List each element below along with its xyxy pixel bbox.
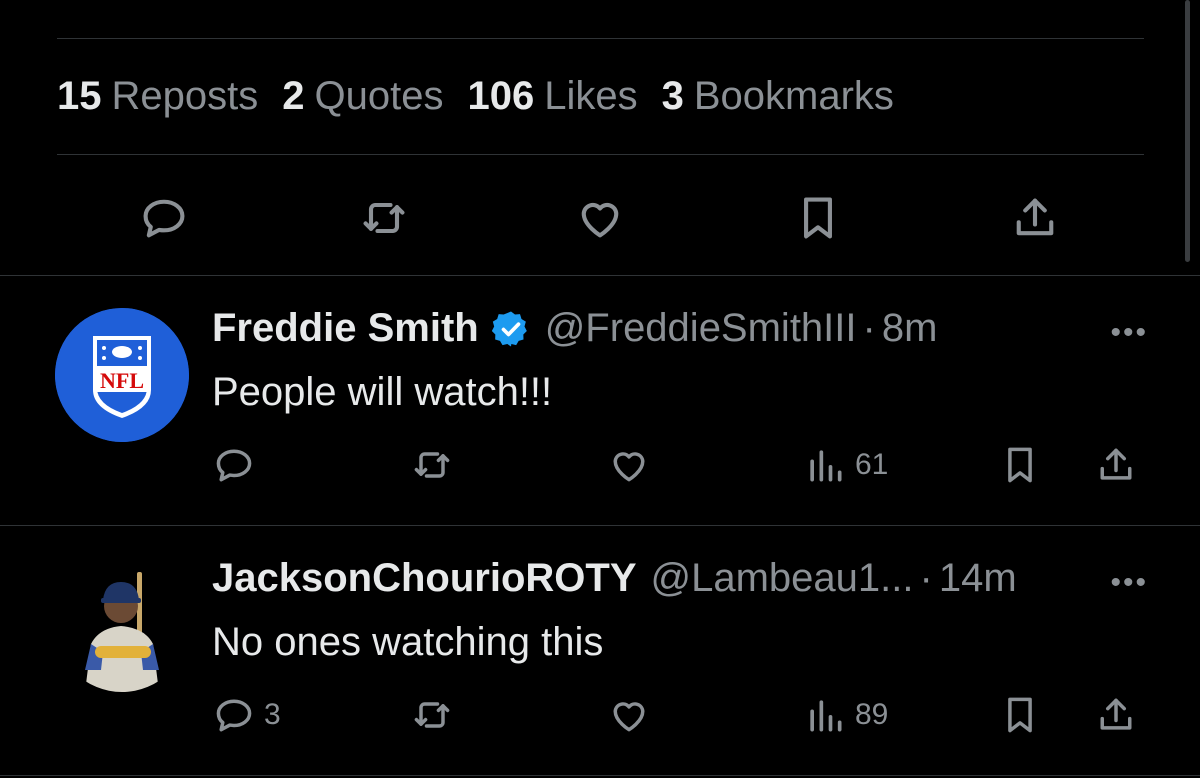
divider-top — [57, 38, 1144, 39]
bookmarks-stat[interactable]: 3 Bookmarks — [662, 74, 894, 119]
quotes-count: 2 — [282, 74, 305, 118]
reposts-label: Reposts — [111, 74, 259, 118]
bookmark-icon — [804, 197, 832, 239]
scrollbar[interactable] — [1185, 0, 1190, 262]
bookmark-button[interactable] — [790, 190, 846, 246]
reply-text: No ones watching this — [212, 620, 604, 664]
like-button[interactable] — [607, 440, 651, 490]
avatar[interactable] — [55, 558, 189, 692]
like-button[interactable] — [607, 690, 651, 740]
views-count: 61 — [855, 448, 889, 481]
svg-text:NFL: NFL — [100, 368, 144, 393]
timestamp[interactable]: 14m — [939, 556, 1017, 601]
more-options-icon[interactable]: ••• — [1110, 566, 1148, 600]
baseball-player-photo-icon — [55, 558, 189, 692]
bookmark-button[interactable] — [998, 690, 1042, 740]
reply-icon — [216, 449, 252, 482]
bookmark-button[interactable] — [998, 440, 1042, 490]
avatar[interactable]: NFL — [55, 308, 189, 442]
likes-label: Likes — [544, 74, 638, 118]
share-icon — [1016, 198, 1054, 236]
like-icon — [613, 452, 645, 482]
share-icon — [1100, 448, 1132, 480]
likes-stat[interactable]: 106 Likes — [467, 74, 637, 119]
display-name[interactable]: Freddie Smith — [212, 306, 479, 351]
handle[interactable]: @FreddieSmithIII — [545, 306, 857, 351]
reply-count: 3 — [264, 698, 281, 731]
reply-header: JacksonChourioROTY @Lambeau1... · 14m — [212, 556, 1017, 601]
share-icon — [1100, 698, 1132, 730]
reposts-stat[interactable]: 15 Reposts — [57, 74, 258, 119]
likes-count: 106 — [467, 74, 535, 118]
verified-badge-icon — [491, 311, 527, 346]
reply-jacksonchourioroty[interactable]: JacksonChourioROTY @Lambeau1... · 14m ••… — [0, 526, 1200, 775]
bookmarks-label: Bookmarks — [693, 74, 894, 118]
repost-icon — [363, 202, 405, 234]
bookmarks-count: 3 — [661, 74, 684, 118]
share-button[interactable] — [1007, 190, 1063, 246]
repost-icon — [414, 702, 450, 728]
reply-header: Freddie Smith @FreddieSmithIII · 8m — [212, 306, 937, 351]
quotes-label: Quotes — [314, 74, 444, 118]
repost-icon — [414, 452, 450, 478]
views-button[interactable]: 89 — [803, 690, 888, 740]
analytics-icon — [810, 450, 842, 482]
share-button[interactable] — [1094, 690, 1138, 740]
reply-button[interactable]: 3 — [212, 690, 281, 740]
reply-freddie-smith[interactable]: NFL Freddie Smith @FreddieSmithIII · 8m … — [0, 276, 1200, 525]
repost-button[interactable] — [410, 440, 454, 490]
reply-button[interactable] — [212, 440, 264, 490]
bookmark-icon — [1008, 697, 1032, 733]
like-icon — [613, 702, 645, 732]
reply-text: People will watch!!! — [212, 370, 553, 414]
views-count: 89 — [855, 698, 889, 731]
divider-reply-2 — [0, 775, 1200, 776]
nfl-logo-icon: NFL — [55, 308, 189, 442]
separator-dot: · — [919, 556, 933, 600]
like-button[interactable] — [572, 190, 628, 246]
analytics-icon — [810, 700, 842, 732]
display-name[interactable]: JacksonChourioROTY — [212, 556, 637, 601]
reply-button[interactable] — [136, 190, 192, 246]
bookmark-icon — [1008, 447, 1032, 483]
reply-icon — [143, 199, 185, 238]
repost-button[interactable] — [410, 690, 454, 740]
reposts-count: 15 — [57, 74, 102, 118]
divider-stats — [57, 154, 1144, 155]
views-button[interactable]: 61 — [803, 440, 888, 490]
quotes-stat[interactable]: 2 Quotes — [282, 74, 443, 119]
reply-icon — [216, 699, 252, 732]
timestamp[interactable]: 8m — [882, 306, 938, 351]
separator-dot: · — [862, 306, 876, 350]
more-options-icon[interactable]: ••• — [1110, 316, 1148, 350]
engagement-stats: 15 Reposts 2 Quotes 106 Likes 3 Bookmarks — [57, 74, 918, 119]
repost-button[interactable] — [356, 190, 412, 246]
share-button[interactable] — [1094, 440, 1138, 490]
handle[interactable]: @Lambeau1... — [651, 556, 914, 601]
like-icon — [581, 202, 619, 238]
